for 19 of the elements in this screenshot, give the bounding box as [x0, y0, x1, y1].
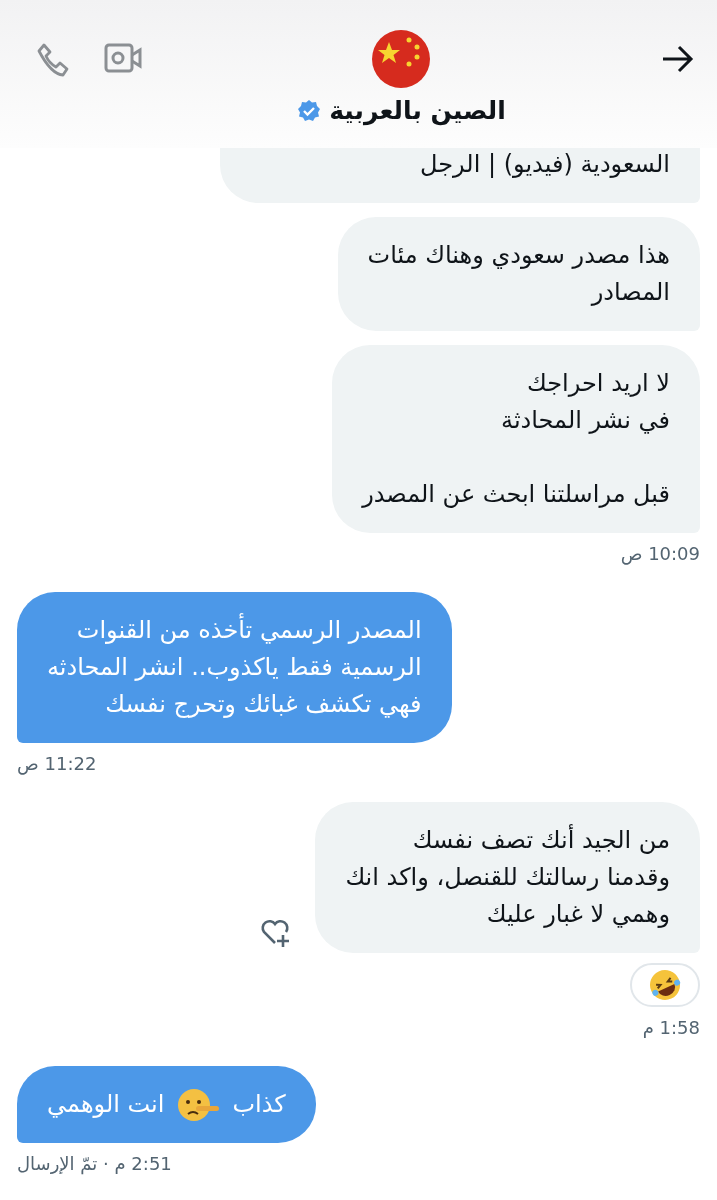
reaction-badge[interactable]	[630, 963, 700, 1007]
message-time: 10:09 ص	[620, 543, 700, 564]
message-time: 1:58 م	[642, 1017, 700, 1038]
laughing-emoji-icon	[649, 969, 681, 1001]
message-text: انت الوهمي	[47, 1089, 165, 1120]
face-emoji-icon	[176, 1086, 221, 1123]
flag-avatar-icon[interactable]	[372, 30, 431, 88]
back-arrow-icon[interactable]	[661, 44, 695, 74]
message-time: 2:51 م · تمّ الإرسال	[17, 1153, 172, 1174]
message-bubble: من الجيد أنك تصف نفسك وقدمنا رسالتك للقنصل، واكد انك وهمي لا غبار عليك	[315, 802, 700, 953]
contact-name: الصين بالعربية	[329, 96, 506, 125]
message-bubble: السعودية (فيديو) | الرجل	[220, 146, 700, 203]
message-bubble: المصدر الرسمي تأخذه من القنوات الرسمية فقط ياكذوب.. انشر المحادثه فهي تكشف غبائك وتحرج نفسك	[17, 592, 452, 743]
message-time: 11:22 ص	[17, 753, 97, 774]
video-camera-icon[interactable]	[104, 42, 142, 74]
message-bubble: هذا مصدر سعودي وهناك مئات المصادر	[337, 217, 700, 331]
phone-icon[interactable]	[36, 42, 70, 78]
message-text: كذاب	[232, 1089, 286, 1120]
message-bubble: لا اريد احراجك في نشر المحادثة قبل مراسلتنا ابحث عن المصدر	[332, 345, 700, 533]
